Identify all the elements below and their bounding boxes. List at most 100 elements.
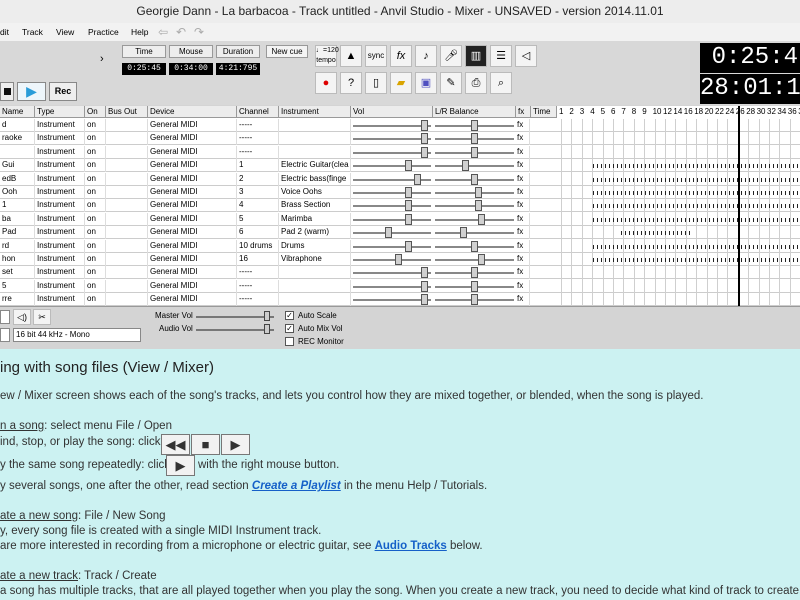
track-on[interactable]: on (85, 145, 106, 159)
col-header-instrument[interactable]: Instrument (279, 106, 351, 118)
record-icon[interactable]: ● (315, 72, 337, 94)
play-button[interactable]: ▶ (17, 82, 46, 101)
note-events[interactable] (593, 217, 798, 222)
track-device[interactable]: General MIDI (148, 145, 237, 159)
track-type[interactable]: Instrument (35, 159, 85, 173)
track-instrument[interactable] (279, 132, 351, 146)
track-on[interactable]: on (85, 119, 106, 132)
note-events[interactable] (593, 164, 798, 169)
volume-slider[interactable] (351, 280, 433, 293)
volume-slider[interactable] (351, 173, 433, 186)
track-instrument[interactable]: Brass Section (279, 199, 351, 213)
metronome-icon[interactable]: ▲ (340, 45, 362, 67)
slider-thumb[interactable] (421, 120, 429, 131)
track-type[interactable]: Instrument (35, 253, 85, 266)
track-fx[interactable]: fx (516, 199, 530, 213)
track-instrument[interactable]: Drums (279, 239, 351, 253)
track-on[interactable]: on (85, 266, 106, 280)
volume-slider[interactable] (351, 240, 433, 253)
keyboard-icon[interactable]: ▥ (465, 45, 487, 67)
col-header-bus-out[interactable]: Bus Out (106, 106, 148, 118)
track-instrument[interactable] (279, 293, 351, 306)
create-playlist-link[interactable]: Create a Playlist (252, 480, 341, 492)
volume-slider[interactable] (351, 213, 433, 226)
note-events[interactable] (593, 177, 798, 182)
col-header-name[interactable]: Name (0, 106, 35, 118)
volume-slider[interactable] (351, 146, 433, 159)
volume-slider[interactable] (351, 253, 433, 266)
slider-thumb[interactable] (471, 280, 478, 292)
undo-icon[interactable]: ↶ (176, 25, 186, 39)
track-channel[interactable]: ----- (237, 119, 279, 132)
mixer-icon[interactable]: ☰ (490, 45, 512, 67)
open-folder-icon[interactable]: ▰ (390, 72, 412, 94)
track-type[interactable]: Instrument (35, 226, 85, 240)
track-fx[interactable]: fx (516, 212, 530, 226)
volume-slider[interactable] (351, 293, 433, 306)
col-header-type[interactable]: Type (35, 106, 85, 118)
track-type[interactable]: Instrument (35, 239, 85, 253)
track-bus[interactable] (106, 226, 148, 240)
track-name[interactable] (0, 145, 35, 159)
track-channel[interactable]: 3 (237, 186, 279, 199)
stop-button[interactable] (0, 82, 14, 101)
tempo-button[interactable]: ♩=120 tempo (315, 45, 339, 67)
note-events[interactable] (621, 231, 691, 236)
track-type[interactable]: Instrument (35, 186, 85, 199)
track-bus[interactable] (106, 132, 148, 146)
balance-slider[interactable] (433, 293, 516, 306)
volume-slider[interactable] (351, 266, 433, 279)
volume-slider[interactable] (351, 186, 433, 199)
tuner-icon[interactable]: ♪ (415, 45, 437, 67)
tools-icon[interactable]: ✂ (33, 309, 51, 325)
slider-thumb[interactable] (462, 160, 470, 172)
track-channel[interactable]: ----- (237, 145, 279, 159)
balance-slider[interactable] (433, 280, 516, 293)
balance-slider[interactable] (433, 226, 516, 239)
col-header-device[interactable]: Device (148, 106, 237, 118)
track-fx[interactable]: fx (516, 293, 530, 306)
track-type[interactable]: Instrument (35, 266, 85, 280)
track-type[interactable]: Instrument (35, 212, 85, 226)
slider-thumb[interactable] (471, 120, 478, 131)
track-bus[interactable] (106, 266, 148, 280)
track-name[interactable]: Pad (0, 226, 35, 240)
track-channel[interactable]: 1 (237, 159, 279, 173)
track-bus[interactable] (106, 119, 148, 132)
back-icon[interactable]: ⇦ (158, 25, 168, 39)
track-device[interactable]: General MIDI (148, 212, 237, 226)
track-on[interactable]: on (85, 199, 106, 213)
track-on[interactable]: on (85, 239, 106, 253)
track-type[interactable]: Instrument (35, 293, 85, 306)
track-channel[interactable]: 4 (237, 199, 279, 213)
track-channel[interactable]: ----- (237, 266, 279, 280)
track-fx[interactable]: fx (516, 132, 530, 146)
auto-scale-checkbox[interactable]: ✓ (285, 311, 294, 320)
slider-thumb[interactable] (471, 146, 478, 158)
slider-thumb[interactable] (404, 187, 412, 198)
track-device[interactable]: General MIDI (148, 199, 237, 213)
volume-slider[interactable] (351, 199, 433, 212)
track-channel[interactable]: 16 (237, 253, 279, 266)
track-name[interactable]: hon (0, 253, 35, 266)
help-play-button[interactable]: ▶ (221, 434, 250, 455)
track-on[interactable]: on (85, 293, 106, 306)
track-name[interactable]: raoke (0, 132, 35, 146)
track-type[interactable]: Instrument (35, 119, 85, 132)
track-bus[interactable] (106, 253, 148, 266)
timeline[interactable]: 1234567891012141618202224262830323436384 (531, 106, 800, 306)
track-fx[interactable]: fx (516, 119, 530, 132)
menu-track[interactable]: Track (22, 23, 43, 41)
track-channel[interactable]: ----- (237, 279, 279, 293)
volume-slider[interactable] (351, 132, 433, 145)
track-bus[interactable] (106, 293, 148, 306)
track-name[interactable]: 5 (0, 279, 35, 293)
track-channel[interactable]: ----- (237, 132, 279, 146)
col-header-on[interactable]: On (85, 106, 106, 118)
menu-edit[interactable]: dit (0, 23, 9, 41)
edit-icon[interactable]: ✎ (440, 72, 462, 94)
slider-thumb[interactable] (414, 173, 422, 185)
track-bus[interactable] (106, 212, 148, 226)
audio-format-field[interactable]: 16 bit 44 kHz - Mono (13, 328, 141, 342)
track-name[interactable]: rd (0, 239, 35, 253)
